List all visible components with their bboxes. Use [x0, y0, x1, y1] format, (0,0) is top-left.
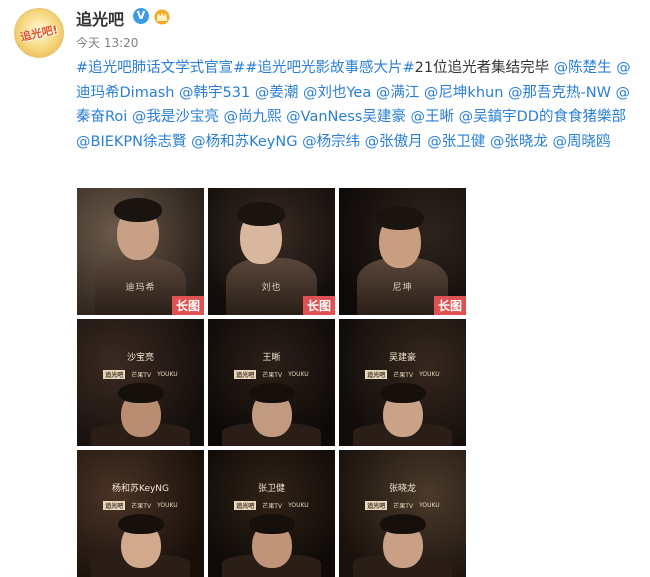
- mention-link[interactable]: @满江: [371, 85, 420, 101]
- mention-link[interactable]: @张卫健: [423, 134, 485, 150]
- strip-right-logo: YOUKU: [419, 501, 440, 509]
- post-meta: 今天 13:20: [76, 34, 144, 51]
- strip-left-logo: 追光吧: [365, 500, 388, 510]
- post-image[interactable]: 追光吧 芒果TV YOUKU 吴建豪: [339, 319, 466, 446]
- crown-icon: [154, 9, 170, 25]
- mention-link[interactable]: @张傲月: [360, 134, 423, 150]
- post-text: #追光吧肺话文学式官宣##追光吧光影故事感大片#21位追光者集结完毕 @陈楚生 …: [76, 56, 644, 154]
- mention-link[interactable]: @王晰: [406, 109, 455, 125]
- strip-left-logo: 追光吧: [103, 369, 126, 379]
- mention-link[interactable]: @张晓龙: [485, 134, 548, 150]
- mention-link[interactable]: @VanNess吴建豪: [282, 109, 406, 125]
- verified-badge-icon: V: [133, 8, 149, 24]
- mention-link[interactable]: @尼坤khun: [419, 85, 503, 101]
- mention-link[interactable]: @尚九熙: [219, 109, 282, 125]
- post-image[interactable]: 追光吧 芒果TV YOUKU 杨和苏KeyNG: [77, 450, 204, 577]
- post-image[interactable]: 刘也长图: [208, 188, 335, 315]
- image-caption: 张晓龙: [388, 484, 416, 494]
- image-caption: 杨和苏KeyNG: [111, 484, 170, 494]
- mention-link[interactable]: @那吾克热-NW: [503, 85, 611, 101]
- portrait-hair: [114, 198, 162, 222]
- strip-mid-logo: 芒果TV: [131, 502, 152, 510]
- post-time[interactable]: 今天 13:20: [76, 36, 138, 50]
- avatar[interactable]: 追光吧!: [14, 8, 64, 58]
- mention-link[interactable]: @吴鎮宇DD的食食猪樂部: [454, 109, 626, 125]
- hashtag-link[interactable]: #追光吧光影故事感大片#: [245, 60, 414, 76]
- long-image-badge: 长图: [171, 296, 204, 315]
- strip-left-logo: 追光吧: [103, 500, 126, 510]
- mention-link[interactable]: @杨和苏KeyNG: [186, 134, 297, 150]
- post-image[interactable]: 追光吧 芒果TV YOUKU 张晓龙: [339, 450, 466, 577]
- strip-mid-logo: 芒果TV: [262, 502, 283, 510]
- mention-link[interactable]: @我是沙宝亮: [127, 109, 219, 125]
- strip-mid-logo: 芒果TV: [131, 371, 152, 379]
- mention-link[interactable]: @BIEKPN徐志賢: [76, 134, 186, 150]
- mention-link[interactable]: @陈楚生: [549, 60, 612, 76]
- image-sponsor-strip: 追光吧 芒果TV YOUKU: [77, 498, 204, 512]
- strip-right-logo: YOUKU: [419, 370, 440, 378]
- long-image-badge: 长图: [302, 296, 335, 315]
- username[interactable]: 追光吧: [76, 6, 124, 30]
- post-image[interactable]: 尼坤长图: [339, 188, 466, 315]
- portrait-hair: [380, 383, 426, 403]
- image-caption: 刘也: [261, 283, 282, 293]
- image-caption: 吴建豪: [388, 353, 416, 363]
- strip-right-logo: YOUKU: [157, 501, 178, 509]
- image-sponsor-strip: 追光吧 芒果TV YOUKU: [208, 498, 335, 512]
- strip-mid-logo: 芒果TV: [393, 371, 414, 379]
- long-image-badge: 长图: [433, 296, 466, 315]
- strip-right-logo: YOUKU: [288, 370, 309, 378]
- strip-left-logo: 追光吧: [234, 369, 257, 379]
- post-image[interactable]: 追光吧 芒果TV YOUKU 沙宝亮: [77, 319, 204, 446]
- mention-link[interactable]: @姜潮: [250, 85, 299, 101]
- image-sponsor-strip: 追光吧 芒果TV YOUKU: [339, 498, 466, 512]
- post-image[interactable]: 追光吧 芒果TV YOUKU 王晰: [208, 319, 335, 446]
- portrait-hair: [118, 514, 164, 534]
- image-caption: 沙宝亮: [126, 353, 154, 363]
- image-caption: 迪玛希: [125, 283, 156, 293]
- portrait-hair: [249, 514, 295, 534]
- mention-link[interactable]: @韩宇531: [174, 85, 250, 101]
- post-image[interactable]: 迪玛希长图: [77, 188, 204, 315]
- image-sponsor-strip: 追光吧 芒果TV YOUKU: [77, 367, 204, 381]
- strip-mid-logo: 芒果TV: [262, 371, 283, 379]
- strip-left-logo: 追光吧: [365, 369, 388, 379]
- image-caption: 尼坤: [392, 283, 413, 293]
- mention-link[interactable]: @杨宗纬: [297, 134, 360, 150]
- strip-right-logo: YOUKU: [157, 370, 178, 378]
- image-sponsor-strip: 追光吧 芒果TV YOUKU: [208, 367, 335, 381]
- portrait-hair: [376, 206, 424, 230]
- portrait-hair: [118, 383, 164, 403]
- post-text-segment: 21位追光者集结完毕: [414, 60, 550, 76]
- mention-link[interactable]: @刘也Yea: [298, 85, 371, 101]
- strip-mid-logo: 芒果TV: [393, 502, 414, 510]
- image-caption: 张卫健: [257, 484, 285, 494]
- strip-left-logo: 追光吧: [234, 500, 257, 510]
- image-sponsor-strip: 追光吧 芒果TV YOUKU: [339, 367, 466, 381]
- mention-link[interactable]: @周晓鸥: [548, 134, 611, 150]
- avatar-logo-text: 追光吧!: [19, 23, 60, 44]
- image-caption: 王晰: [262, 353, 281, 363]
- post-image[interactable]: 追光吧 芒果TV YOUKU 张卫健: [208, 450, 335, 577]
- portrait-hair: [237, 202, 285, 226]
- portrait-hair: [380, 514, 426, 534]
- hashtag-link[interactable]: #追光吧肺话文学式官宣#: [76, 60, 245, 76]
- portrait-hair: [249, 383, 295, 403]
- strip-right-logo: YOUKU: [288, 501, 309, 509]
